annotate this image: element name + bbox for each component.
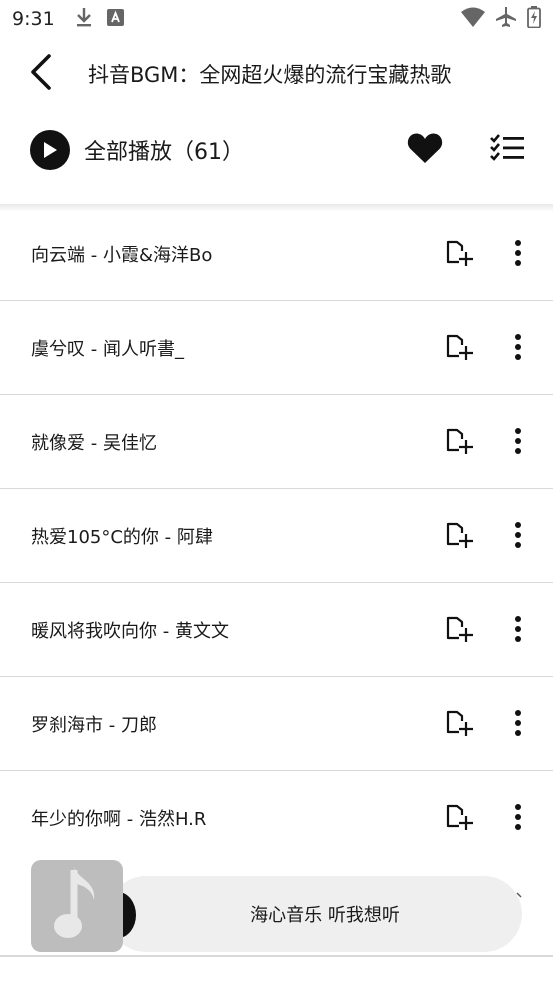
song-row[interactable]: 向云端 - 小霞&海洋Bo xyxy=(0,207,553,301)
play-all-label: 全部播放（61） xyxy=(84,140,244,165)
page-header: 抖音BGM：全网超火爆的流行宝藏热歌 xyxy=(0,42,553,106)
add-to-playlist-icon xyxy=(445,804,473,834)
song-title: 罗刹海市 - 刀郎 xyxy=(31,714,157,736)
app-notification-icon xyxy=(106,8,124,30)
more-vertical-icon xyxy=(514,239,522,271)
status-bar: 9:31 xyxy=(0,0,553,38)
more-options-button[interactable] xyxy=(505,334,531,364)
add-to-playlist-button[interactable] xyxy=(444,334,474,364)
song-list: 向云端 - 小霞&海洋Bo 虞兮叹 - 闻人听書_ 就像爱 - 吴佳忆 热爱10… xyxy=(0,207,553,865)
player-slogan: 海心音乐 听我想听 xyxy=(250,905,400,926)
back-button[interactable] xyxy=(10,42,70,106)
song-title: 热爱105°C的你 - 阿肆 xyxy=(31,526,213,548)
status-left-icons xyxy=(75,7,124,31)
add-to-playlist-button[interactable] xyxy=(444,616,474,646)
back-arrow-icon xyxy=(27,54,53,94)
battery-charging-icon xyxy=(527,6,541,32)
add-to-playlist-button[interactable] xyxy=(444,522,474,552)
more-options-button[interactable] xyxy=(505,522,531,552)
music-note-icon xyxy=(54,866,100,946)
add-to-playlist-button[interactable] xyxy=(444,240,474,270)
more-vertical-icon xyxy=(514,803,522,835)
song-row[interactable]: 罗刹海市 - 刀郎 xyxy=(0,677,553,771)
song-title: 暖风将我吹向你 - 黄文文 xyxy=(31,620,229,642)
add-to-playlist-button[interactable] xyxy=(444,428,474,458)
song-row[interactable]: 就像爱 - 吴佳忆 xyxy=(0,395,553,489)
more-vertical-icon xyxy=(514,615,522,647)
player-edge-mark xyxy=(516,892,522,898)
more-options-button[interactable] xyxy=(505,428,531,458)
play-all-bar: 全部播放（61） xyxy=(0,120,553,180)
checklist-icon xyxy=(490,134,524,166)
more-vertical-icon xyxy=(514,333,522,365)
player-info-pill[interactable]: 海心音乐 听我想听 xyxy=(108,876,522,952)
add-to-playlist-button[interactable] xyxy=(444,804,474,834)
add-to-playlist-icon xyxy=(445,334,473,364)
more-vertical-icon xyxy=(514,521,522,553)
more-vertical-icon xyxy=(514,427,522,459)
heart-icon xyxy=(407,132,443,168)
song-title: 年少的你啊 - 浩然H.R xyxy=(31,808,207,830)
song-title: 就像爱 - 吴佳忆 xyxy=(31,432,157,454)
favorite-button[interactable] xyxy=(405,130,445,170)
song-title: 虞兮叹 - 闻人听書_ xyxy=(31,338,184,360)
more-vertical-icon xyxy=(514,709,522,741)
page-title: 抖音BGM：全网超火爆的流行宝藏热歌 xyxy=(88,63,452,87)
bottom-divider xyxy=(0,955,553,957)
add-to-playlist-button[interactable] xyxy=(444,710,474,740)
play-all-button[interactable]: 全部播放（61） xyxy=(30,130,244,170)
song-row[interactable]: 年少的你啊 - 浩然H.R xyxy=(0,771,553,865)
more-options-button[interactable] xyxy=(505,710,531,740)
song-row[interactable]: 虞兮叹 - 闻人听書_ xyxy=(0,301,553,395)
status-right-icons xyxy=(461,6,541,32)
download-icon xyxy=(75,7,93,31)
add-to-playlist-icon xyxy=(445,240,473,270)
airplane-mode-icon xyxy=(495,6,517,32)
more-options-button[interactable] xyxy=(505,616,531,646)
multi-select-button[interactable] xyxy=(487,130,527,170)
more-options-button[interactable] xyxy=(505,240,531,270)
add-to-playlist-icon xyxy=(445,522,473,552)
add-to-playlist-icon xyxy=(445,710,473,740)
song-title: 向云端 - 小霞&海洋Bo xyxy=(31,244,213,266)
status-time: 9:31 xyxy=(12,8,55,30)
add-to-playlist-icon xyxy=(445,428,473,458)
play-icon xyxy=(30,130,70,170)
album-cover[interactable] xyxy=(31,860,123,952)
mini-player: 海心音乐 听我想听 xyxy=(0,860,553,956)
add-to-playlist-icon xyxy=(445,616,473,646)
song-row[interactable]: 热爱105°C的你 - 阿肆 xyxy=(0,489,553,583)
more-options-button[interactable] xyxy=(505,804,531,834)
wifi-icon xyxy=(461,7,485,31)
song-row[interactable]: 暖风将我吹向你 - 黄文文 xyxy=(0,583,553,677)
